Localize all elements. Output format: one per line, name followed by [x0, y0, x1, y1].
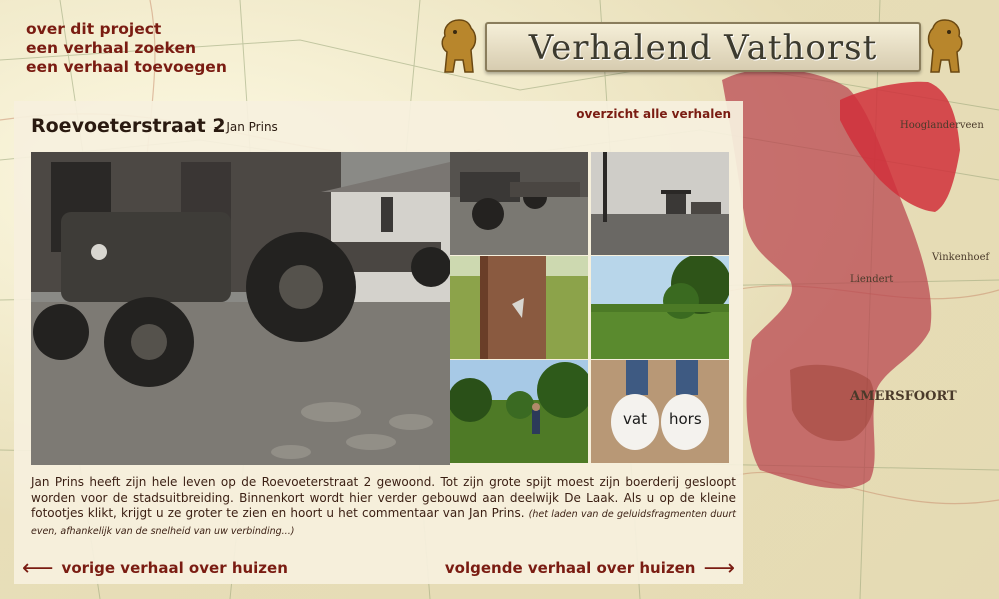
main-nav: over dit project een verhaal zoeken een … [26, 20, 227, 77]
svg-text:AMERSFOORT: AMERSFOORT [849, 389, 957, 404]
lion-left-icon [441, 19, 477, 73]
story-description: Jan Prins heeft zijn hele leven op de Ro… [31, 475, 736, 539]
site-logo[interactable]: Verhalend Vathorst [435, 12, 970, 82]
lion-right-icon [927, 19, 963, 73]
story-author: - Jan Prins [214, 120, 278, 134]
overview-all-stories-link[interactable]: overzicht alle verhalen [576, 107, 731, 121]
next-story-link[interactable]: volgende verhaal over huizen ⟶ [444, 555, 735, 581]
arrow-left-icon: ⟵ [22, 555, 54, 581]
nav-add-story[interactable]: een verhaal toevoegen [26, 58, 227, 77]
nav-search-story[interactable]: een verhaal zoeken [26, 39, 227, 58]
previous-story-link[interactable]: ⟵ vorige verhaal over huizen [22, 555, 288, 581]
story-title: Roevoeterstraat 2 [31, 115, 226, 137]
thumbnail-well[interactable] [591, 152, 729, 255]
nav-about-project[interactable]: over dit project [26, 20, 227, 39]
thumbnail-tractor[interactable] [450, 152, 588, 255]
thumbnail-man-in-field[interactable] [450, 360, 588, 463]
thumbnail-tree[interactable] [450, 256, 588, 359]
svg-text:vat: vat [623, 410, 647, 428]
previous-story-label: vorige verhaal over huizen [61, 559, 288, 577]
author-separator: - [214, 120, 219, 134]
svg-text:hors: hors [669, 410, 702, 428]
arrow-right-icon: ⟶ [703, 555, 735, 581]
thumbnail-wooden-clogs[interactable]: vat hors [591, 360, 729, 463]
logo-text: Verhalend Vathorst [528, 28, 878, 68]
thumbnail-field[interactable] [591, 256, 729, 359]
main-photo [31, 152, 450, 465]
svg-text:Liendert: Liendert [850, 274, 893, 285]
svg-text:Hooglanderveen: Hooglanderveen [900, 120, 984, 131]
svg-text:Vinkenhoef: Vinkenhoef [931, 252, 990, 263]
author-name: Jan Prins [226, 120, 278, 134]
next-story-label: volgende verhaal over huizen [444, 559, 696, 577]
logo-banner: Verhalend Vathorst [485, 22, 921, 72]
story-panel: Roevoeterstraat 2 - Jan Prins overzicht a… [14, 101, 743, 584]
